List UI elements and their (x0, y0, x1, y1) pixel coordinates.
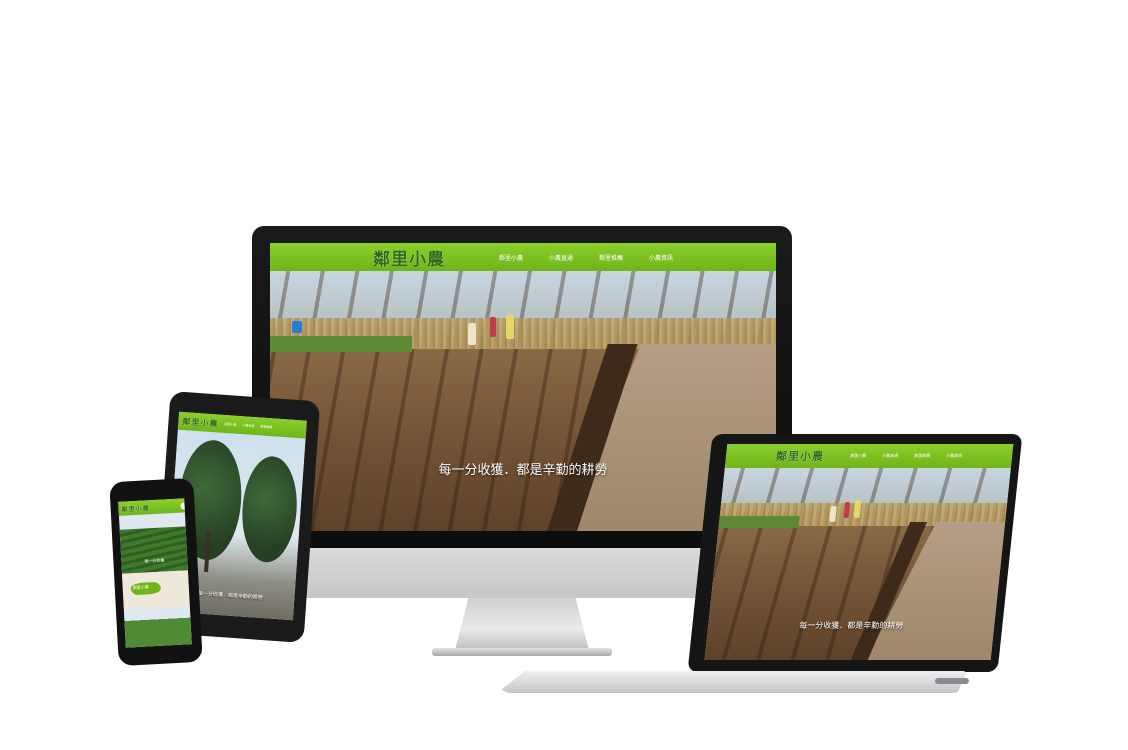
phone-sky (118, 512, 186, 530)
desktop-monitor-stand (455, 598, 589, 650)
farmer (468, 323, 476, 345)
farmer (506, 315, 514, 339)
desktop-monitor-base (432, 648, 612, 656)
laptop-nav-item-2[interactable]: 小農直通 (882, 453, 899, 459)
laptop-hinge-detail (935, 678, 969, 684)
laptop-nav-item-3[interactable]: 鄰里推薦 (914, 453, 931, 459)
tablet-nav-item-3[interactable]: 鄰里推薦 (260, 424, 272, 429)
laptop-nav-item-1[interactable]: 鄰里小農 (850, 453, 867, 459)
desktop-nav-item-4[interactable]: 小農資訊 (649, 253, 673, 262)
phone-hero-image-2 (123, 606, 192, 648)
laptop-logo[interactable]: 鄰里小農 (775, 448, 825, 464)
laptop-nav-item-4[interactable]: 小農資訊 (946, 453, 963, 459)
tablet-nav-item-2[interactable]: 小農直通 (242, 423, 254, 428)
laptop-hero-image: 每一分收獲．都是辛勤的耕勞 (704, 468, 1011, 660)
phone-screen: 鄰里小農 每一分收獲 鄰里小農 (118, 498, 192, 648)
desktop-screen: 鄰里小農 鄰里小農 小農直通 鄰里推薦 小農資訊 每一分收獲．都是辛勤的耕勞 (270, 243, 776, 531)
laptop-hero-caption: 每一分收獲．都是辛勤的耕勞 (798, 621, 904, 630)
desktop-nav-item-2[interactable]: 小農直通 (549, 253, 573, 262)
phone-promo-card[interactable]: 鄰里小農 (121, 570, 190, 610)
water-barrel (292, 321, 302, 333)
laptop-base (497, 671, 967, 693)
tablet-logo[interactable]: 鄰里小農 (182, 416, 219, 429)
desktop-nav-item-3[interactable]: 鄰里推薦 (599, 253, 623, 262)
grass-patch (270, 336, 412, 352)
phone-logo[interactable]: 鄰里小農 (121, 503, 149, 513)
desktop-nav-item-1[interactable]: 鄰里小農 (499, 253, 523, 262)
tree (238, 454, 301, 565)
tablet-nav-item-1[interactable]: 鄰里小農 (224, 422, 236, 427)
desktop-logo[interactable]: 鄰里小農 (373, 245, 445, 270)
phone-hero-image-1: 每一分收獲 (118, 512, 188, 574)
phone-promo-label: 鄰里小農 (132, 584, 149, 591)
desktop-hero-image: 每一分收獲．都是辛勤的耕勞 (270, 271, 776, 531)
laptop-nav-bar: 鄰里小農 鄰里小農 小農直通 鄰里推薦 小農資訊 (724, 444, 1014, 468)
phone-hero-caption: 每一分收獲 (144, 557, 165, 564)
laptop-screen: 鄰里小農 鄰里小農 小農直通 鄰里推薦 小農資訊 每一分收獲．都是辛勤的耕勞 (704, 444, 1014, 660)
farmer (490, 317, 496, 337)
desktop-nav-bar: 鄰里小農 鄰里小農 小農直通 鄰里推薦 小農資訊 (270, 243, 776, 271)
grass-patch (718, 516, 800, 528)
desktop-hero-caption: 每一分收獲．都是辛勤的耕勞 (438, 463, 608, 478)
